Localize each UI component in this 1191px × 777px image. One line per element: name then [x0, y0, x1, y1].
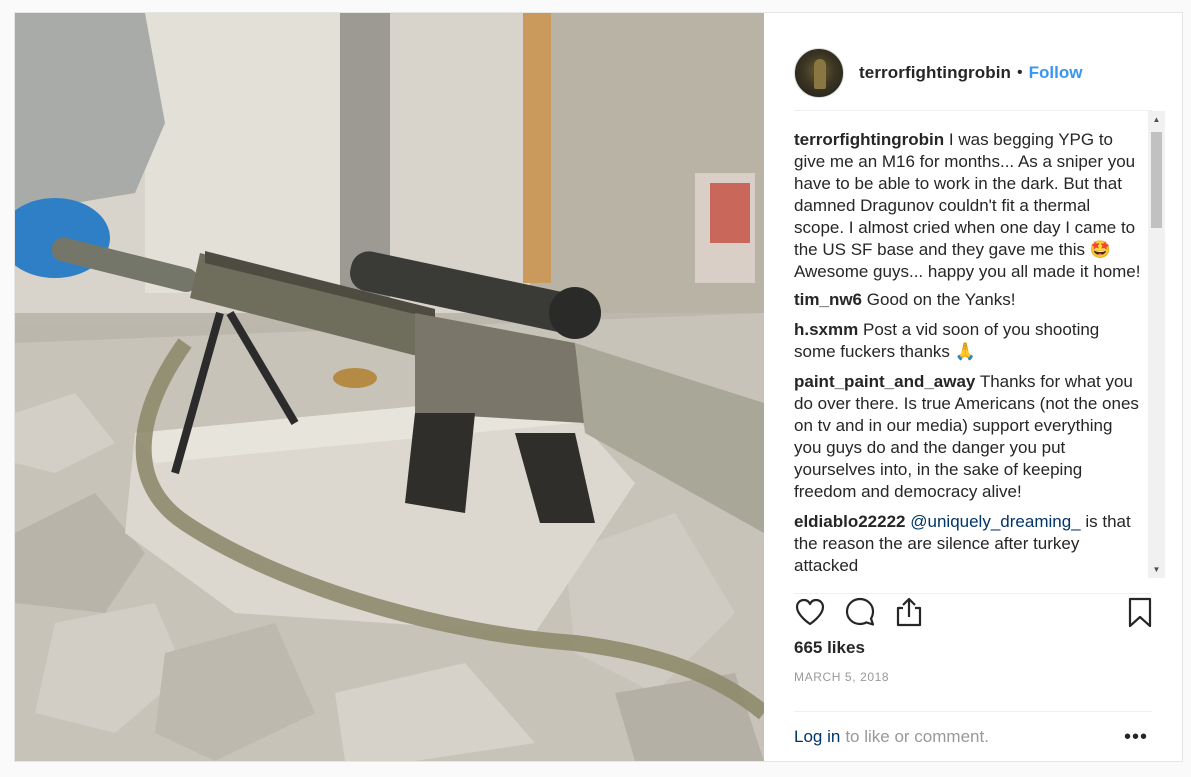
comments-scrollbar[interactable]: ▲ ▼: [1148, 111, 1165, 578]
list-item: eldiablo22222 @uniquely_dreaming_ is tha…: [794, 511, 1144, 577]
heart-icon[interactable]: [794, 596, 830, 632]
scrollbar-thumb[interactable]: [1151, 132, 1162, 228]
header-username[interactable]: terrorfightingrobin: [859, 63, 1011, 83]
instagram-post: terrorfightingrobin • Follow terrorfight…: [14, 12, 1183, 762]
list-item: paint_paint_and_away Thanks for what you…: [794, 371, 1144, 503]
login-prompt-text: to like or comment.: [845, 726, 989, 746]
post-header: terrorfightingrobin • Follow: [794, 35, 1152, 111]
likes-count[interactable]: 665 likes: [794, 638, 865, 658]
comment-bubble-icon[interactable]: [844, 596, 880, 632]
caption-comment: terrorfightingrobin I was begging YPG to…: [794, 129, 1144, 283]
scroll-down-arrow-icon[interactable]: ▼: [1148, 561, 1165, 578]
follow-button[interactable]: Follow: [1029, 63, 1083, 83]
scroll-up-arrow-icon[interactable]: ▲: [1148, 111, 1165, 128]
post-photo[interactable]: [15, 13, 764, 761]
post-side-panel: terrorfightingrobin • Follow terrorfight…: [764, 13, 1182, 761]
comment-username[interactable]: terrorfightingrobin: [794, 130, 944, 149]
list-item: tim_nw6 Good on the Yanks!: [794, 289, 1144, 311]
post-actions: 665 likes March 5, 2018: [794, 593, 1152, 711]
more-options-icon[interactable]: •••: [1124, 726, 1148, 749]
comment-text: Good on the Yanks!: [866, 290, 1016, 309]
rifle-photo-illustration: [15, 13, 764, 761]
login-link[interactable]: Log in: [794, 727, 840, 747]
post-date[interactable]: March 5, 2018: [794, 670, 889, 684]
login-prompt: Log in to like or comment. •••: [794, 711, 1152, 761]
comments-list[interactable]: terrorfightingrobin I was begging YPG to…: [794, 123, 1144, 583]
comment-text: I was begging YPG to give me an M16 for …: [794, 130, 1141, 281]
avatar[interactable]: [794, 47, 844, 98]
comment-username[interactable]: eldiablo22222: [794, 512, 906, 531]
comment-username[interactable]: tim_nw6: [794, 290, 862, 309]
list-item: h.sxmm Post a vid soon of you shooting s…: [794, 319, 1144, 363]
comment-username[interactable]: paint_paint_and_away: [794, 372, 975, 391]
share-icon[interactable]: [893, 596, 929, 632]
bookmark-icon[interactable]: [1124, 596, 1160, 632]
comment-mention[interactable]: @uniquely_dreaming_: [910, 512, 1080, 531]
separator-dot: •: [1017, 63, 1023, 81]
action-icons-row: [794, 596, 1152, 632]
comment-username[interactable]: h.sxmm: [794, 320, 858, 339]
comment-text: Thanks for what you do over there. Is tr…: [794, 372, 1139, 501]
